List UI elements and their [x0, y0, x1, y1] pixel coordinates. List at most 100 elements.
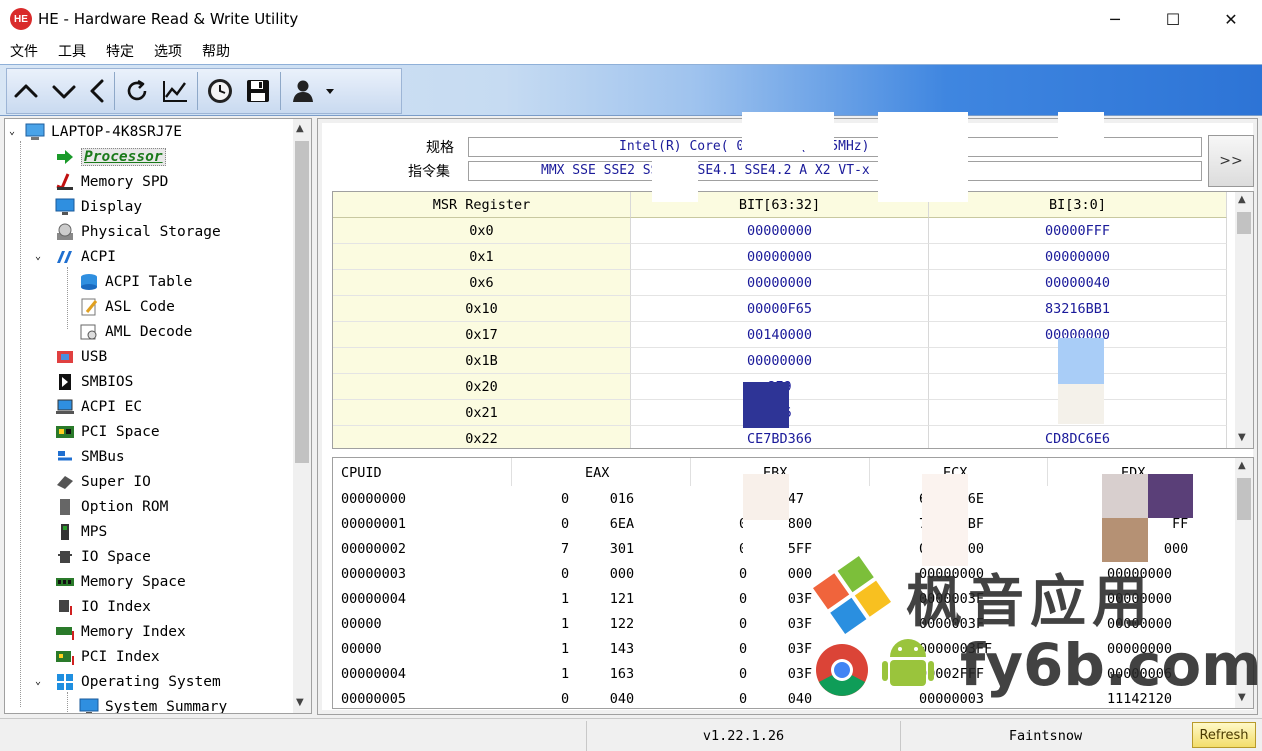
- tree-item-mps[interactable]: MPS: [55, 519, 107, 544]
- tree-item-option-rom[interactable]: Option ROM: [55, 494, 168, 519]
- cpuid-value-cell[interactable]: 0 03F: [739, 586, 812, 611]
- tree-item-operating-system[interactable]: ⌄ Operating System: [35, 669, 221, 694]
- tree-item-super-io[interactable]: Super IO: [55, 469, 151, 494]
- tree-item-memory-spd[interactable]: Memory SPD: [55, 169, 168, 194]
- tree-item-smbios[interactable]: SMBIOS: [55, 369, 133, 394]
- tree-root[interactable]: ⌄ LAPTOP-4K8SRJ7E: [9, 119, 182, 144]
- msr-value-cell[interactable]: 00000000: [631, 244, 929, 270]
- hardware-tree[interactable]: ⌄ LAPTOP-4K8SRJ7E Processor Memory SPD D…: [4, 118, 312, 714]
- scrollbar-thumb[interactable]: [1237, 212, 1251, 234]
- cpuid-value-cell[interactable]: 1 163: [561, 661, 634, 686]
- tree-item-pci-index[interactable]: PCI Index: [55, 644, 160, 669]
- msr-register-cell[interactable]: 0x1: [333, 244, 631, 270]
- cpuid-value-cell[interactable]: 00000003: [919, 686, 984, 708]
- scroll-down-icon[interactable]: ▼: [1238, 692, 1246, 703]
- scroll-down-icon[interactable]: ▼: [1238, 432, 1246, 443]
- isa-field[interactable]: MMX SSE SSE2 SSSE3 SSE4.1 SSE4.2 A X2 VT…: [468, 161, 1202, 181]
- close-button[interactable]: ✕: [1202, 0, 1260, 38]
- cpuid-leaf-cell[interactable]: 00000: [341, 636, 382, 661]
- tree-item-pci-space[interactable]: PCI Space: [55, 419, 160, 444]
- tree-item-memory-index[interactable]: Memory Index: [55, 619, 186, 644]
- tree-item-aml-decode[interactable]: AML Decode: [79, 319, 192, 344]
- msr-column-header[interactable]: BI[3:0]: [929, 192, 1227, 218]
- menu-options[interactable]: 选项: [144, 41, 192, 61]
- msr-scrollbar[interactable]: ▲ ▼: [1235, 192, 1253, 448]
- msr-register-cell[interactable]: 0x0: [333, 218, 631, 244]
- chevron-down-icon[interactable]: ⌄: [35, 251, 49, 262]
- menu-tools[interactable]: 工具: [48, 41, 96, 61]
- tree-item-acpi-table[interactable]: ACPI Table: [79, 269, 192, 294]
- cpuid-value-cell[interactable]: 00000000: [1107, 611, 1172, 636]
- cpuid-leaf-cell[interactable]: 00000001: [341, 511, 406, 536]
- msr-value-cell[interactable]: 00000000: [929, 244, 1227, 270]
- menu-file[interactable]: 文件: [0, 41, 48, 61]
- cpuid-value-cell[interactable]: 0000003F: [919, 611, 984, 636]
- cpuid-value-cell[interactable]: 0 040: [739, 686, 812, 708]
- cpuid-value-cell[interactable]: 00000000: [1107, 636, 1172, 661]
- tree-item-memory-space[interactable]: Memory Space: [55, 569, 186, 594]
- msr-value-cell[interactable]: 83216BB1: [929, 296, 1227, 322]
- msr-column-header[interactable]: MSR Register: [333, 192, 631, 218]
- cpuid-value-cell[interactable]: 00000006: [1107, 661, 1172, 686]
- maximize-button[interactable]: ☐: [1144, 0, 1202, 38]
- chart-icon[interactable]: [156, 70, 194, 112]
- cpuid-value-cell[interactable]: 7 301: [561, 536, 634, 561]
- msr-value-cell[interactable]: CE7BD366: [631, 426, 929, 448]
- cpuid-leaf-cell[interactable]: 00000005: [341, 686, 406, 708]
- left-arrow-icon[interactable]: [83, 70, 111, 112]
- msr-value-cell[interactable]: 00000040: [929, 270, 1227, 296]
- msr-value-cell[interactable]: 00000000: [631, 270, 929, 296]
- msr-register-cell[interactable]: 0x6: [333, 270, 631, 296]
- tree-item-physical-storage[interactable]: Physical Storage: [55, 219, 221, 244]
- cpuid-value-cell[interactable]: 1 121: [561, 586, 634, 611]
- refresh-button[interactable]: Refresh: [1192, 722, 1256, 748]
- cpuid-value-cell[interactable]: 00000000: [1107, 586, 1172, 611]
- tree-item-acpi[interactable]: ⌄ ACPI: [35, 244, 116, 269]
- cpuid-leaf-cell[interactable]: 00000004: [341, 661, 406, 686]
- msr-register-cell[interactable]: 0x20: [333, 374, 631, 400]
- scroll-down-icon[interactable]: ▼: [296, 697, 304, 708]
- cpuid-value-cell[interactable]: 1 122: [561, 611, 634, 636]
- scroll-up-icon[interactable]: ▲: [1238, 194, 1246, 205]
- cpuid-leaf-cell[interactable]: 00000: [341, 611, 382, 636]
- cpuid-column-header[interactable]: EAX: [585, 460, 725, 485]
- cpuid-value-cell[interactable]: 00000000: [1107, 561, 1172, 586]
- cpuid-value-cell[interactable]: 0 000: [739, 561, 812, 586]
- msr-register-cell[interactable]: 0x1B: [333, 348, 631, 374]
- chevron-down-icon[interactable]: ⌄: [35, 676, 49, 687]
- msr-register-cell[interactable]: 0x21: [333, 400, 631, 426]
- msr-register-cell[interactable]: 0x22: [333, 426, 631, 448]
- msr-register-cell[interactable]: 0x10: [333, 296, 631, 322]
- tree-item-asl-code[interactable]: ASL Code: [79, 294, 175, 319]
- cpuid-value-cell[interactable]: 0 000: [561, 561, 634, 586]
- chevron-down-icon[interactable]: ⌄: [9, 126, 19, 137]
- cpuid-value-cell[interactable]: 0 03F: [739, 661, 812, 686]
- cpuid-value-cell[interactable]: 00002FFF: [919, 661, 984, 686]
- menu-specific[interactable]: 特定: [96, 41, 144, 61]
- tree-scrollbar[interactable]: ▲ ▼: [293, 119, 311, 713]
- down-arrow-icon[interactable]: [45, 70, 83, 112]
- cpuid-leaf-cell[interactable]: 00000004: [341, 586, 406, 611]
- msr-value-cell[interactable]: 00000000: [631, 348, 929, 374]
- msr-value-cell[interactable]: 00000FFF: [929, 218, 1227, 244]
- cpuid-value-cell[interactable]: 0 03F: [739, 636, 812, 661]
- msr-value-cell[interactable]: CD8DC6E6: [929, 426, 1227, 448]
- cpuid-value-cell[interactable]: 0000003FF: [919, 636, 992, 661]
- msr-value-cell[interactable]: 00000F65: [631, 296, 929, 322]
- cpuid-column-header[interactable]: CPUID: [341, 460, 481, 485]
- scrollbar-thumb[interactable]: [1237, 478, 1251, 520]
- cpuid-leaf-cell[interactable]: 00000002: [341, 536, 406, 561]
- cpuid-leaf-cell[interactable]: 00000000: [341, 486, 406, 511]
- user-icon[interactable]: [284, 70, 322, 112]
- tree-item-acpi-ec[interactable]: ACPI EC: [55, 394, 142, 419]
- tree-item-smbus[interactable]: SMBus: [55, 444, 125, 469]
- cpuid-value-cell[interactable]: 1 143: [561, 636, 634, 661]
- msr-register-cell[interactable]: 0x17: [333, 322, 631, 348]
- msr-value-cell[interactable]: 00140000: [631, 322, 929, 348]
- expand-button[interactable]: >>: [1208, 135, 1254, 187]
- cpuid-value-cell[interactable]: 0 040: [561, 686, 634, 708]
- cpuid-value-cell[interactable]: 0 6EA: [561, 511, 634, 536]
- scroll-up-icon[interactable]: ▲: [296, 123, 304, 134]
- msr-value-cell[interactable]: 00000000: [631, 218, 929, 244]
- minimize-button[interactable]: ─: [1086, 0, 1144, 38]
